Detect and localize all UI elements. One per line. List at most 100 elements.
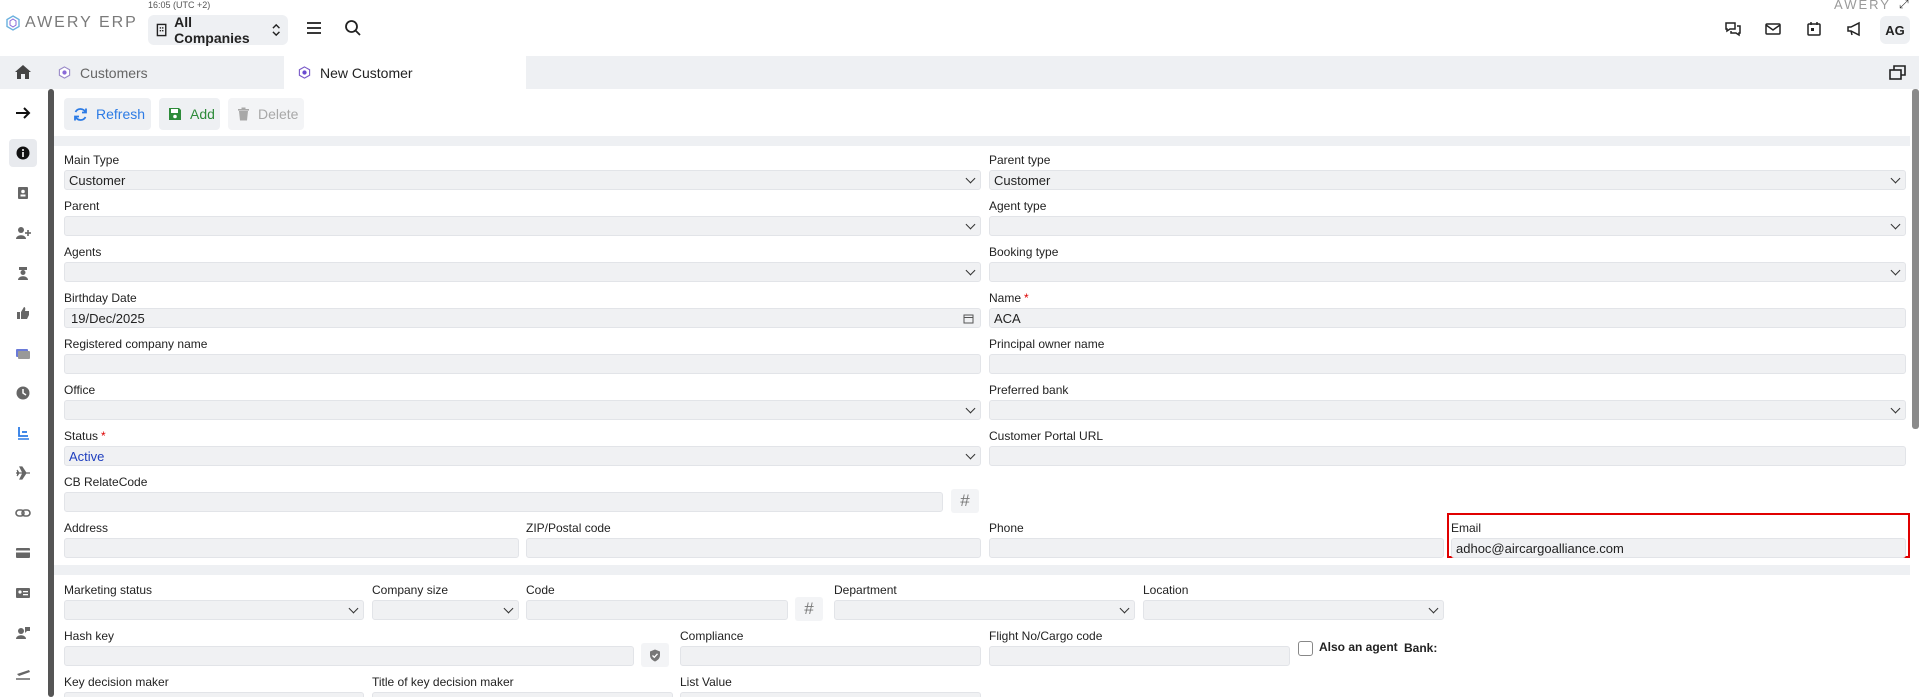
phone-input[interactable] xyxy=(989,538,1444,558)
chat-icon[interactable] xyxy=(1724,20,1742,38)
agents-select[interactable] xyxy=(64,262,981,282)
preferred-bank-select[interactable] xyxy=(989,400,1906,420)
sidebar-item-flights[interactable] xyxy=(9,459,37,487)
portal-url-input[interactable] xyxy=(989,446,1906,466)
code-generate-button[interactable]: # xyxy=(795,597,823,621)
company-select[interactable]: All Companies xyxy=(148,14,288,46)
status-label-text: Status xyxy=(64,429,99,443)
section-divider xyxy=(54,565,1910,575)
add-user-icon xyxy=(16,227,31,239)
add-button[interactable]: Add xyxy=(159,98,220,130)
code-label: Code xyxy=(526,583,555,597)
corner-logo: AWERY xyxy=(1834,0,1891,12)
address-input[interactable] xyxy=(64,538,519,558)
department-select[interactable] xyxy=(834,600,1135,620)
office-label: Office xyxy=(64,383,96,397)
sidebar-item-info[interactable] xyxy=(9,139,37,167)
sidebar-item-history[interactable] xyxy=(9,379,37,407)
flight-no-input[interactable] xyxy=(989,646,1290,666)
main-type-label: Main Type xyxy=(64,153,120,167)
agents-label: Agents xyxy=(64,245,102,259)
company-size-select[interactable] xyxy=(372,600,519,620)
booking-type-select[interactable] xyxy=(989,262,1906,282)
home-icon[interactable] xyxy=(14,64,32,80)
hash-key-input[interactable] xyxy=(64,646,634,666)
updown-chevron-icon xyxy=(272,23,280,37)
compliance-input[interactable] xyxy=(680,646,981,666)
refresh-button[interactable]: Refresh xyxy=(64,98,151,130)
main-content: Refresh Add Delete Main Type Customer Pa… xyxy=(54,89,1910,697)
menu-icon[interactable] xyxy=(305,19,323,37)
restore-windows-icon[interactable] xyxy=(1889,65,1906,80)
registered-company-input[interactable] xyxy=(64,354,981,374)
plane-icon xyxy=(16,466,30,480)
birthday-date-input[interactable]: 19/Dec/2025 xyxy=(64,308,981,328)
tab-new-customer-label: New Customer xyxy=(320,64,413,81)
office-select[interactable] xyxy=(64,400,981,420)
portal-url-label: Customer Portal URL xyxy=(989,429,1104,443)
id-card-icon xyxy=(16,588,30,598)
main-scrollbar[interactable] xyxy=(1912,89,1919,429)
location-select[interactable] xyxy=(1143,600,1444,620)
hash-key-shield-button[interactable] xyxy=(641,643,669,667)
cb-relate-input[interactable] xyxy=(64,492,943,512)
user-avatar[interactable]: AG xyxy=(1880,16,1910,44)
code-input[interactable] xyxy=(526,600,788,620)
sidebar-item-departure[interactable] xyxy=(9,659,37,687)
marketing-status-select[interactable] xyxy=(64,600,364,620)
principal-owner-input[interactable] xyxy=(989,354,1906,374)
credit-card-icon xyxy=(16,548,30,558)
logo-icon xyxy=(6,15,20,31)
compliance-label: Compliance xyxy=(680,629,744,643)
sidebar-item-payment[interactable] xyxy=(9,539,37,567)
also-agent-checkbox[interactable] xyxy=(1298,641,1313,656)
sidebar-item-contact-book[interactable] xyxy=(9,179,37,207)
delete-button[interactable]: Delete xyxy=(228,98,304,130)
sidebar-item-agent[interactable] xyxy=(9,259,37,287)
email-input[interactable]: adhoc@aircargoalliance.com xyxy=(1451,538,1906,558)
marketing-status-label: Marketing status xyxy=(64,583,153,597)
cb-relate-generate-button[interactable]: # xyxy=(951,489,979,513)
sidebar-item-thumbs-up[interactable] xyxy=(9,299,37,327)
sidebar-item-support[interactable] xyxy=(9,619,37,647)
refresh-label: Refresh xyxy=(96,106,146,122)
tab-customers[interactable]: Customers xyxy=(44,56,284,89)
preferred-bank-label: Preferred bank xyxy=(989,383,1069,397)
calendar-picker-icon[interactable] xyxy=(963,313,974,324)
parent-select[interactable] xyxy=(64,216,981,236)
required-mark: * xyxy=(1024,291,1029,305)
title-key-decision-maker-input[interactable] xyxy=(372,692,673,697)
collapse-arrow-button[interactable] xyxy=(9,99,37,127)
sidebar-item-add-user[interactable] xyxy=(9,219,37,247)
hash-key-label: Hash key xyxy=(64,629,115,643)
app-logo[interactable]: AWERY ERP xyxy=(5,14,138,32)
required-mark: * xyxy=(101,429,106,443)
list-value-input[interactable] xyxy=(680,692,981,697)
trash-icon xyxy=(238,107,249,121)
agent-type-select[interactable] xyxy=(989,216,1906,236)
key-decision-maker-select[interactable] xyxy=(64,692,364,697)
logo-text: AWERY ERP xyxy=(25,14,138,31)
megaphone-icon[interactable] xyxy=(1845,20,1863,38)
zip-input[interactable] xyxy=(526,538,981,558)
status-select[interactable]: Active xyxy=(64,446,981,466)
parent-type-select[interactable]: Customer xyxy=(989,170,1906,190)
name-input[interactable]: ACA xyxy=(989,308,1906,328)
top-bar: AWERY ERP 16:05 (UTC +2) All Companies A… xyxy=(0,0,1919,56)
expand-icon[interactable]: ⤢ xyxy=(1899,0,1909,12)
arrow-right-icon xyxy=(16,107,31,119)
agent-type-label: Agent type xyxy=(989,199,1047,213)
tab-new-customer[interactable]: New Customer xyxy=(284,56,526,89)
clock-time: 16:05 (UTC +2) xyxy=(148,0,211,10)
sidebar-item-seat[interactable] xyxy=(9,419,37,447)
sidebar-item-id-card[interactable] xyxy=(9,579,37,607)
support-chat-icon xyxy=(16,627,30,639)
calendar-icon[interactable] xyxy=(1805,20,1823,38)
sidebar-item-cards[interactable] xyxy=(9,339,37,367)
status-label: Status * xyxy=(64,429,106,443)
main-type-select[interactable]: Customer xyxy=(64,170,981,190)
sidebar-item-links[interactable] xyxy=(9,499,37,527)
parent-type-value: Customer xyxy=(994,172,1051,188)
search-icon[interactable] xyxy=(344,19,362,37)
mail-icon[interactable] xyxy=(1764,20,1782,38)
